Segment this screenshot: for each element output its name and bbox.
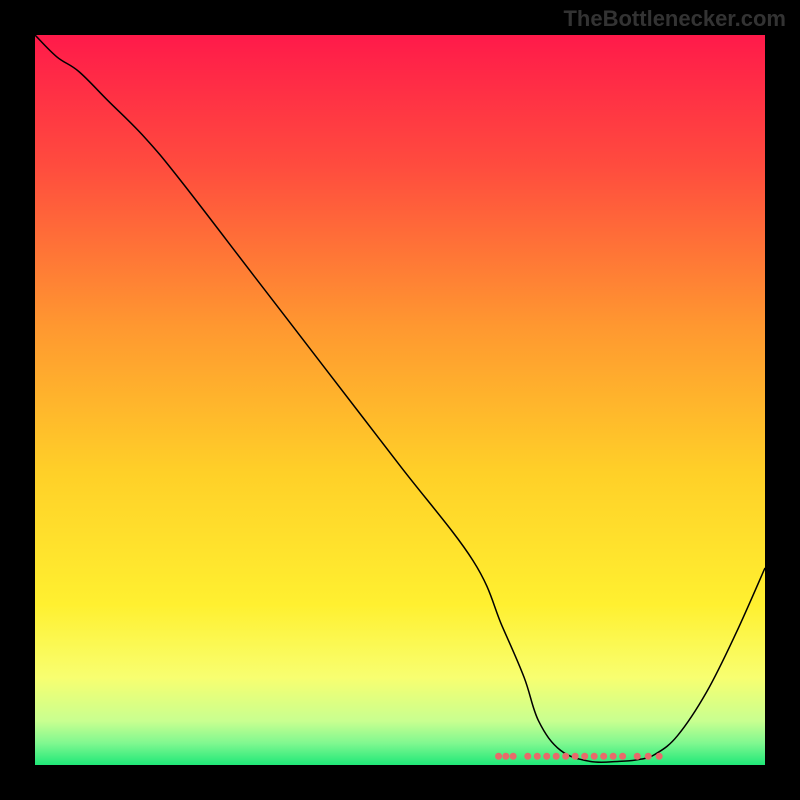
chart-background bbox=[35, 35, 765, 765]
marker-dot bbox=[534, 753, 541, 760]
marker-dot bbox=[656, 753, 663, 760]
marker-dot bbox=[645, 753, 652, 760]
marker-dot bbox=[600, 753, 607, 760]
marker-dot bbox=[610, 753, 617, 760]
marker-dot bbox=[572, 753, 579, 760]
marker-dot bbox=[510, 753, 517, 760]
marker-dot bbox=[562, 753, 569, 760]
chart-container bbox=[35, 35, 765, 765]
marker-dot bbox=[553, 753, 560, 760]
marker-dot bbox=[502, 753, 509, 760]
watermark-text: TheBottlenecker.com bbox=[563, 6, 786, 32]
marker-dot bbox=[591, 753, 598, 760]
marker-dot bbox=[524, 753, 531, 760]
marker-dot bbox=[543, 753, 550, 760]
marker-dot bbox=[634, 753, 641, 760]
marker-dot bbox=[495, 753, 502, 760]
marker-dot bbox=[581, 753, 588, 760]
chart-svg bbox=[35, 35, 765, 765]
marker-dot bbox=[619, 753, 626, 760]
